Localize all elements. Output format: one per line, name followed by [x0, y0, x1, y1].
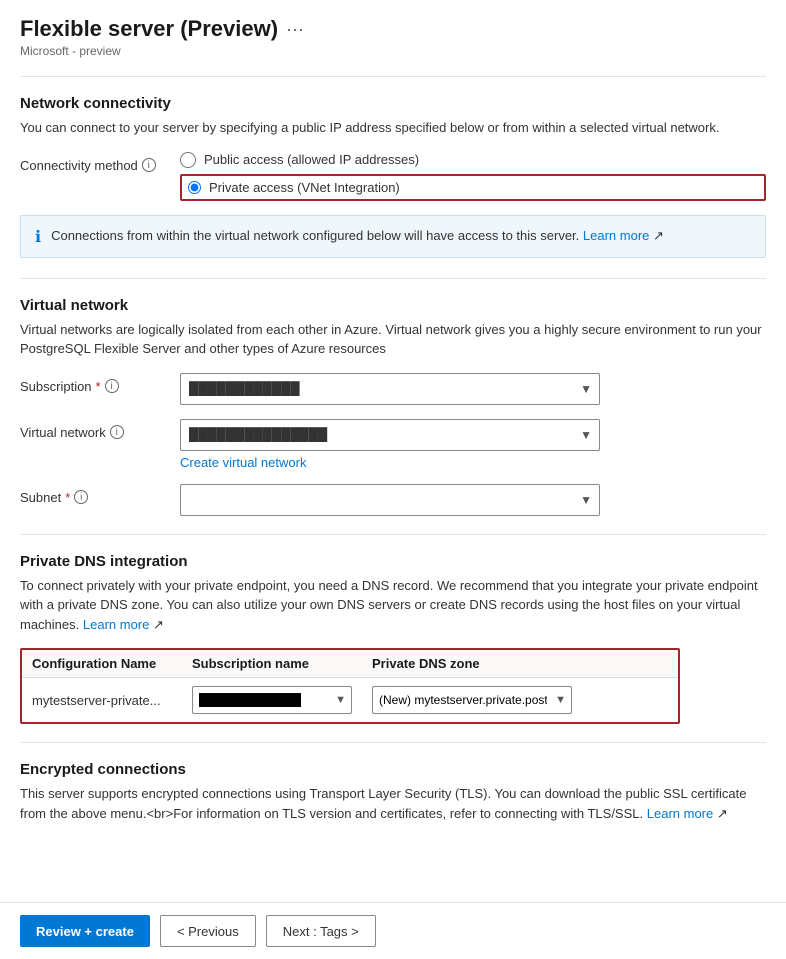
info-banner-icon: ℹ	[35, 227, 41, 247]
next-button[interactable]: Next : Tags >	[266, 915, 376, 947]
dns-subscription-header: Subscription name	[192, 656, 372, 671]
virtual-network-label: Virtual network i	[20, 419, 180, 440]
virtual-network-select[interactable]: ███████████████	[180, 419, 600, 451]
dns-table-header: Configuration Name Subscription name Pri…	[22, 650, 678, 678]
subnet-label: Subnet * i	[20, 484, 180, 505]
subscription-select[interactable]: ████████████	[180, 373, 600, 405]
dns-section-title: Private DNS integration	[20, 553, 766, 570]
dns-section-desc: To connect privately with your private e…	[20, 576, 766, 635]
connectivity-method-label: Connectivity method i	[20, 152, 180, 173]
subnet-input-area: ▼	[180, 484, 766, 516]
connectivity-method-row: Connectivity method i Public access (all…	[20, 152, 766, 201]
connectivity-options: Public access (allowed IP addresses) Pri…	[180, 152, 766, 201]
subnet-info-icon[interactable]: i	[74, 490, 88, 504]
dns-config-name-header: Configuration Name	[32, 656, 192, 671]
dns-zone-header: Private DNS zone	[372, 656, 668, 671]
page-title: Flexible server (Preview)	[20, 16, 278, 42]
dns-learn-more-link[interactable]: Learn more	[83, 617, 149, 632]
subscription-select-wrapper: ████████████ ▼	[180, 373, 600, 405]
virtual-network-section: Virtual network Virtual networks are log…	[20, 297, 766, 516]
vnet-section-desc: Virtual networks are logically isolated …	[20, 320, 766, 359]
public-access-option[interactable]: Public access (allowed IP addresses)	[180, 152, 766, 168]
dns-config-name-cell: mytestserver-private...	[32, 693, 192, 708]
connectivity-radio-group: Public access (allowed IP addresses) Pri…	[180, 152, 766, 201]
vnet-section-title: Virtual network	[20, 297, 766, 314]
encrypted-connections-section: Encrypted connections This server suppor…	[20, 761, 766, 823]
virtual-network-row: Virtual network i ███████████████ ▼ Crea…	[20, 419, 766, 470]
review-create-button[interactable]: Review + create	[20, 915, 150, 947]
encrypted-section-title: Encrypted connections	[20, 761, 766, 778]
private-access-label: Private access (VNet Integration)	[209, 180, 400, 195]
subscription-label: Subscription * i	[20, 373, 180, 394]
vnet-info-banner: ℹ Connections from within the virtual ne…	[20, 215, 766, 258]
dns-zone-select-wrapper: (New) mytestserver.private.postgres.data…	[372, 686, 572, 714]
public-access-label: Public access (allowed IP addresses)	[204, 152, 419, 167]
dns-subscription-select[interactable]: ████████████	[192, 686, 352, 714]
subnet-row: Subnet * i ▼	[20, 484, 766, 516]
dns-zone-select[interactable]: (New) mytestserver.private.postgres.data…	[372, 686, 572, 714]
public-access-radio[interactable]	[180, 152, 196, 168]
network-connectivity-section: Network connectivity You can connect to …	[20, 95, 766, 258]
virtual-network-input-area: ███████████████ ▼ Create virtual network	[180, 419, 766, 470]
network-section-title: Network connectivity	[20, 95, 766, 112]
info-banner-learn-more-link[interactable]: Learn more	[583, 228, 649, 243]
vnet-info-icon[interactable]: i	[110, 425, 124, 439]
previous-button[interactable]: < Previous	[160, 915, 256, 947]
ellipsis-menu-icon[interactable]: ···	[286, 19, 304, 40]
subnet-select-wrapper: ▼	[180, 484, 600, 516]
virtual-network-select-wrapper: ███████████████ ▼	[180, 419, 600, 451]
subscription-row: Subscription * i ████████████ ▼	[20, 373, 766, 405]
subnet-select[interactable]	[180, 484, 600, 516]
dns-subscription-select-wrapper: ████████████ ▼	[192, 686, 352, 714]
dns-subscription-cell: ████████████ ▼	[192, 686, 372, 714]
private-access-radio[interactable]	[188, 181, 201, 194]
create-virtual-network-link[interactable]: Create virtual network	[180, 455, 306, 470]
footer: Review + create < Previous Next : Tags >	[0, 902, 786, 959]
encrypted-section-desc: This server supports encrypted connectio…	[20, 784, 766, 823]
info-banner-text: Connections from within the virtual netw…	[51, 226, 664, 246]
dns-zone-cell: (New) mytestserver.private.postgres.data…	[372, 686, 668, 714]
dns-table: Configuration Name Subscription name Pri…	[20, 648, 680, 724]
network-section-desc: You can connect to your server by specif…	[20, 118, 766, 138]
connectivity-info-icon[interactable]: i	[142, 158, 156, 172]
subscription-required: *	[96, 379, 101, 394]
subscription-input-area: ████████████ ▼	[180, 373, 766, 405]
subscription-info-icon[interactable]: i	[105, 379, 119, 393]
encrypted-learn-more-link[interactable]: Learn more	[647, 806, 713, 821]
private-access-option-selected[interactable]: Private access (VNet Integration)	[180, 174, 766, 201]
dns-table-row: mytestserver-private... ████████████ ▼	[22, 678, 678, 722]
page-subtitle: Microsoft - preview	[20, 44, 766, 58]
dns-integration-section: Private DNS integration To connect priva…	[20, 553, 766, 725]
subnet-required: *	[65, 490, 70, 505]
